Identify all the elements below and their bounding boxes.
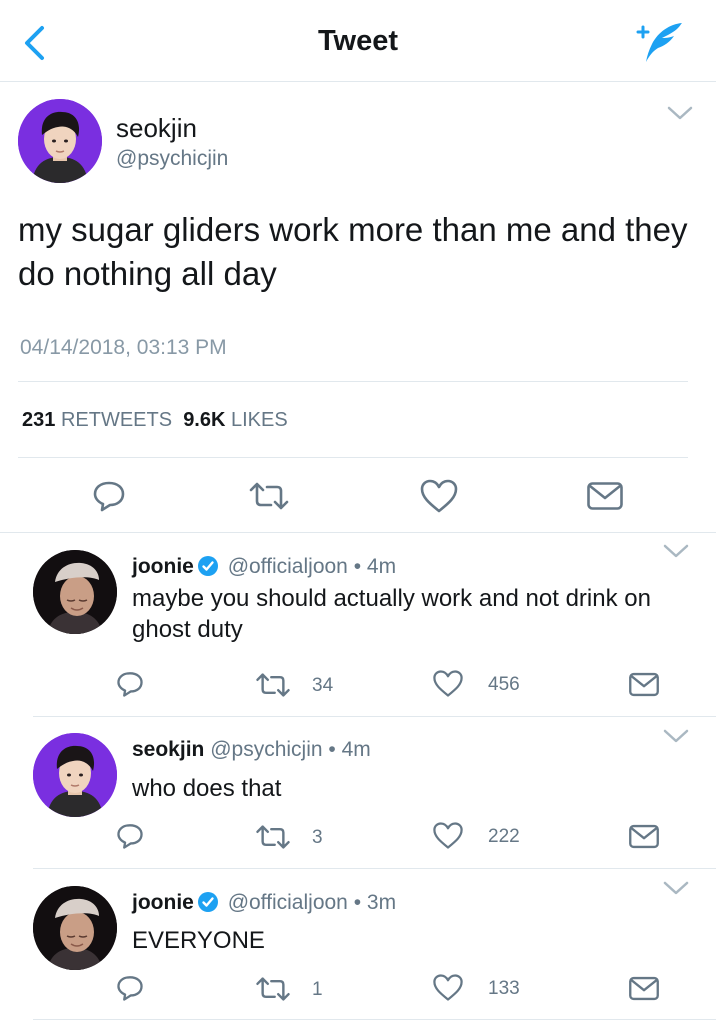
reply-author-handle[interactable]: @psychicjin bbox=[210, 738, 322, 761]
tweet-stats: 231 RETWEETS 9.6K LIKES bbox=[22, 409, 288, 432]
retweets-count[interactable]: 231 bbox=[22, 409, 55, 431]
direct-message-icon[interactable] bbox=[628, 672, 660, 697]
chevron-down-icon[interactable] bbox=[662, 542, 690, 560]
retweet-count: 3 bbox=[312, 827, 323, 848]
retweet-icon[interactable] bbox=[254, 824, 292, 850]
verified-badge-icon bbox=[197, 556, 218, 576]
reply-icon[interactable] bbox=[115, 974, 145, 1002]
tweet-timestamp: 04/14/2018, 03:13 PM bbox=[20, 336, 227, 359]
reply-time: • 3m bbox=[353, 891, 397, 914]
retweet-count: 1 bbox=[312, 979, 323, 1000]
reply-time: • 4m bbox=[328, 738, 371, 761]
divider bbox=[18, 457, 688, 458]
retweet-icon[interactable] bbox=[254, 976, 292, 1002]
reply-author-handle[interactable]: @officialjoon bbox=[228, 555, 348, 578]
avatar[interactable] bbox=[33, 886, 117, 970]
divider bbox=[33, 868, 716, 869]
retweet-icon[interactable] bbox=[254, 672, 292, 698]
reply-header: joonie @officialjoon • 3m bbox=[132, 891, 396, 915]
avatar[interactable] bbox=[33, 733, 117, 817]
reply-text: EVERYONE bbox=[132, 927, 265, 954]
chevron-down-icon[interactable] bbox=[666, 104, 694, 122]
like-count: 456 bbox=[488, 674, 520, 695]
divider bbox=[33, 716, 716, 717]
verified-badge-icon bbox=[197, 892, 218, 912]
retweet-count: 34 bbox=[312, 675, 334, 696]
reply-text: who does that bbox=[132, 775, 282, 802]
retweet-icon[interactable] bbox=[247, 481, 291, 511]
divider bbox=[0, 532, 716, 533]
tweet-text: my sugar gliders work more than me and t… bbox=[18, 211, 688, 292]
heart-icon[interactable] bbox=[419, 478, 459, 514]
chevron-down-icon[interactable] bbox=[662, 727, 690, 745]
likes-label[interactable]: LIKES bbox=[231, 409, 288, 431]
like-count: 222 bbox=[488, 826, 520, 847]
author-name[interactable]: seokjin bbox=[116, 113, 197, 144]
heart-icon[interactable] bbox=[432, 669, 464, 698]
author-handle[interactable]: @psychicjin bbox=[116, 147, 228, 171]
reply-author-handle[interactable]: @officialjoon bbox=[228, 891, 348, 914]
reply-icon[interactable] bbox=[92, 479, 126, 513]
avatar[interactable] bbox=[18, 99, 102, 183]
reply-text: maybe you should actually work and not d… bbox=[132, 585, 651, 643]
retweets-label[interactable]: RETWEETS bbox=[61, 409, 172, 431]
likes-count[interactable]: 9.6K bbox=[183, 409, 225, 431]
heart-icon[interactable] bbox=[432, 821, 464, 850]
reply-icon[interactable] bbox=[115, 670, 145, 698]
direct-message-icon[interactable] bbox=[586, 481, 624, 511]
divider bbox=[18, 381, 688, 382]
page-title: Tweet bbox=[317, 25, 399, 57]
reply-author-name[interactable]: seokjin bbox=[132, 738, 204, 761]
compose-tweet-icon[interactable] bbox=[628, 18, 686, 66]
heart-icon[interactable] bbox=[432, 973, 464, 1002]
chevron-down-icon[interactable] bbox=[662, 879, 690, 897]
reply-icon[interactable] bbox=[115, 822, 145, 850]
reply-header: seokjin @psychicjin • 4m bbox=[132, 738, 371, 762]
avatar[interactable] bbox=[33, 550, 117, 634]
like-count: 133 bbox=[488, 978, 520, 999]
direct-message-icon[interactable] bbox=[628, 976, 660, 1001]
reply-author-name[interactable]: joonie bbox=[132, 891, 194, 914]
divider bbox=[33, 1019, 716, 1020]
reply-time: • 4m bbox=[353, 555, 397, 578]
reply-header: joonie @officialjoon • 4m bbox=[132, 555, 396, 579]
reply-author-name[interactable]: joonie bbox=[132, 555, 194, 578]
direct-message-icon[interactable] bbox=[628, 824, 660, 849]
